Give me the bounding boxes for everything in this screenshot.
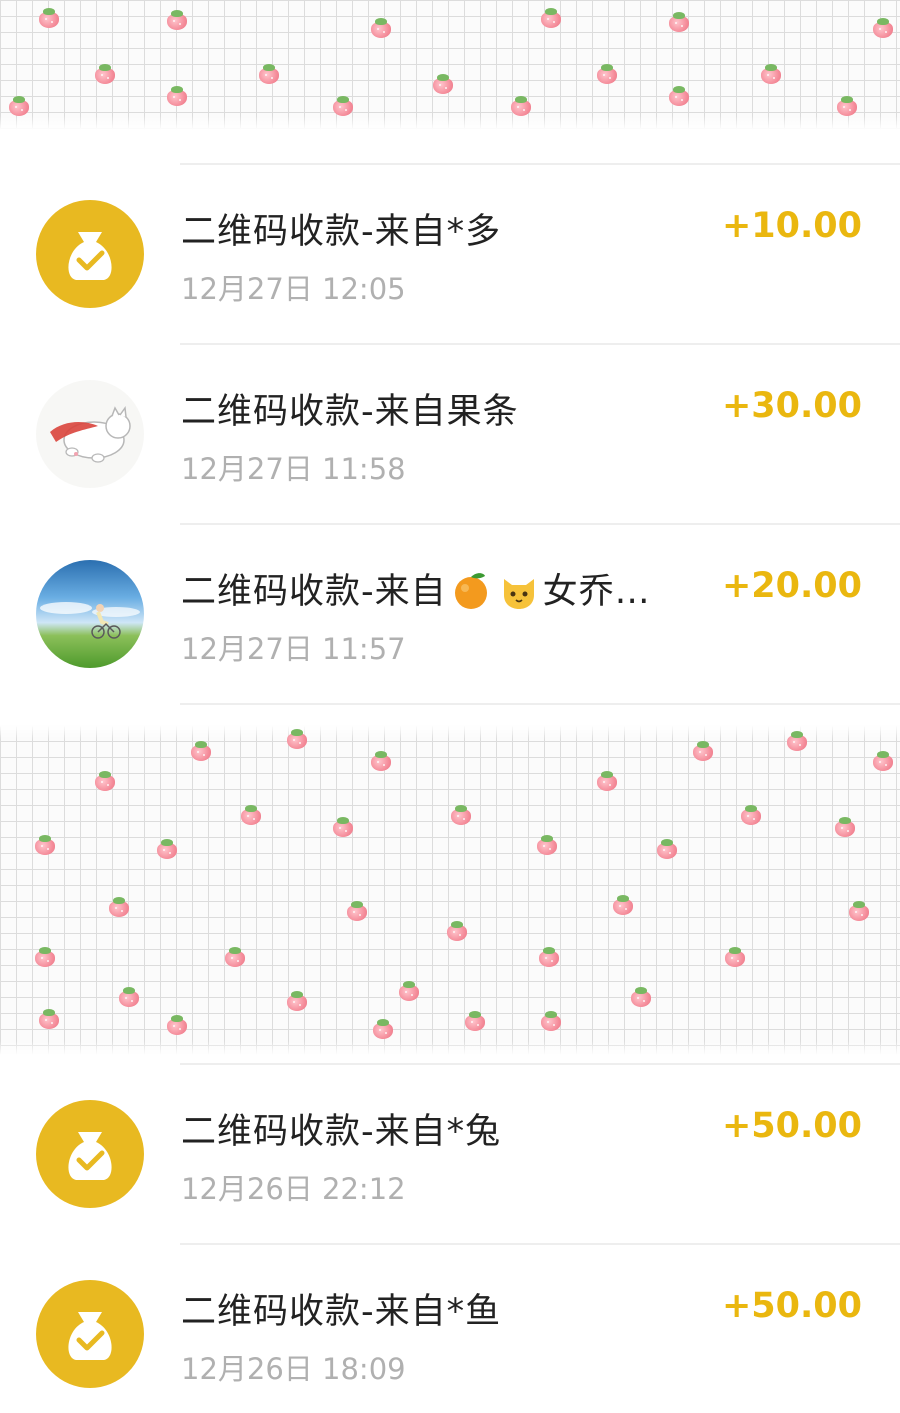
row-divider [180,1063,900,1065]
transaction-title: 二维码收款-来自果条 [181,392,519,432]
transaction-amount: +10.00 [721,206,862,246]
strawberry-icon [668,86,690,106]
strawberry-icon [724,947,746,967]
strawberry-icon [166,10,188,30]
strawberry-icon [286,991,308,1011]
strawberry-icon [34,835,56,855]
strawberry-icon [398,981,420,1001]
transaction-row[interactable]: 二维码收款-来自 女乔… 12月27日 11:57 +20.00 [0,523,900,703]
transaction-amount: +50.00 [721,1106,862,1146]
transaction-time: 12月26日 18:09 [181,1352,406,1386]
strawberry-icon [836,96,858,116]
strawberry-icon [656,839,678,859]
strawberry-icon [370,18,392,38]
strawberry-icon [692,741,714,761]
strawberry-icon [510,96,532,116]
transaction-amount: +50.00 [721,1286,862,1326]
strawberry-icon [286,729,308,749]
transaction-time: 12月27日 12:05 [181,272,406,306]
row-divider [180,163,900,165]
strawberry-icon [596,771,618,791]
strawberry-icon [224,947,246,967]
orange-emoji [450,569,492,611]
transaction-title: 二维码收款-来自*鱼 [181,1292,502,1332]
cyclist-scene-avatar [36,560,144,668]
strawberry-icon [94,64,116,84]
row-divider [180,343,900,345]
transaction-row[interactable]: 二维码收款-来自*兔 12月26日 22:12 +50.00 [0,1063,900,1243]
decorative-sticker-top [0,0,900,130]
transaction-amount: +20.00 [721,566,862,606]
strawberry-icon [118,987,140,1007]
transaction-title-prefix: 二维码收款-来自 [181,572,447,612]
strawberry-icon [258,64,280,84]
transaction-amount: +30.00 [721,386,862,426]
strawberry-icon [8,96,30,116]
strawberry-icon [38,8,60,28]
strawberry-icon [346,901,368,921]
money-bag-icon [36,1280,144,1388]
strawberry-icon [332,817,354,837]
strawberry-icon [332,96,354,116]
money-bag-icon [36,1100,144,1208]
transaction-title: 二维码收款-来自*兔 [181,1112,502,1152]
strawberry-icon [166,86,188,106]
strawberry-icon [740,805,762,825]
strawberry-icon [108,897,130,917]
transaction-time: 12月27日 11:58 [181,452,406,486]
strawberry-icon [372,1019,394,1039]
strawberry-icon [540,8,562,28]
strawberry-icon [446,921,468,941]
strawberry-icon [596,64,618,84]
strawberry-icon [848,901,870,921]
strawberry-icon [872,18,894,38]
transaction-title: 二维码收款-来自*多 [181,212,502,252]
transaction-title-suffix: 女乔… [542,572,651,612]
strawberry-icon [94,771,116,791]
strawberry-icon [432,74,454,94]
transaction-list-screen: 二维码收款-来自*多 12月27日 12:05 +10.00 二维码收款-来自果… [0,0,900,1413]
covered-row-divider [0,703,900,705]
row-divider [180,1243,900,1245]
transaction-time: 12月27日 11:57 [181,632,406,666]
money-bag-icon [36,200,144,308]
cat-face-emoji [498,569,540,611]
strawberry-icon [540,1011,562,1031]
row-divider [180,703,900,705]
transaction-row[interactable]: 二维码收款-来自*多 12月27日 12:05 +10.00 [0,163,900,343]
strawberry-icon [166,1015,188,1035]
row-divider [180,523,900,525]
strawberry-icon [786,731,808,751]
strawberry-icon [190,741,212,761]
strawberry-icon [536,835,558,855]
strawberry-icon [668,12,690,32]
transaction-row[interactable]: 二维码收款-来自*鱼 12月26日 18:09 +50.00 [0,1243,900,1413]
transaction-time: 12月26日 22:12 [181,1172,406,1206]
strawberry-icon [630,987,652,1007]
strawberry-icon [240,805,262,825]
strawberry-icon [370,751,392,771]
strawberry-icon [450,805,472,825]
strawberry-icon [872,751,894,771]
transaction-title: 二维码收款-来自 女乔… [181,563,651,614]
decorative-sticker-middle [0,725,900,1055]
strawberry-icon [464,1011,486,1031]
strawberry-icon [156,839,178,859]
flying-cat-avatar [36,380,144,488]
strawberry-icon [834,817,856,837]
strawberry-icon [538,947,560,967]
strawberry-icon [760,64,782,84]
strawberry-icon [38,1009,60,1029]
strawberry-icon [612,895,634,915]
transaction-row[interactable]: 二维码收款-来自果条 12月27日 11:58 +30.00 [0,343,900,523]
strawberry-icon [34,947,56,967]
